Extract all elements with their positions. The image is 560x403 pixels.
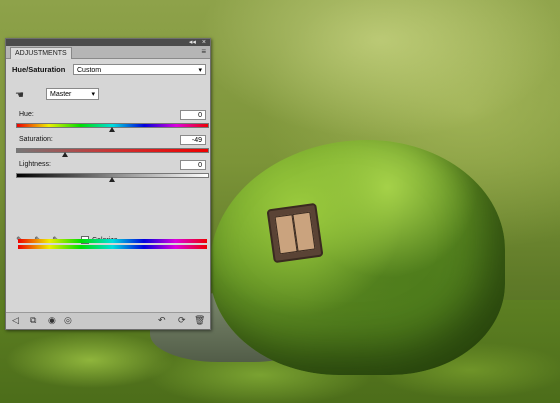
saturation-slider-thumb[interactable]: [61, 152, 68, 157]
output-color-bar: [18, 245, 207, 249]
tiny-window: [266, 202, 324, 264]
preset-dropdown[interactable]: Custom ▾: [73, 64, 206, 75]
chevron-down-icon: ▾: [91, 91, 95, 98]
saturation-slider-track[interactable]: [16, 148, 209, 153]
clip-layer-icon[interactable]: ◉: [48, 315, 56, 326]
chevron-down-icon: ▾: [198, 67, 202, 74]
targeted-adjustment-icon[interactable]: ☚: [15, 90, 24, 101]
panel-tabbar: ADJUSTMENTS ≡: [6, 46, 210, 59]
lightness-slider-thumb[interactable]: [108, 177, 115, 182]
preset-value: Custom: [77, 67, 102, 74]
hue-label: Hue:: [19, 111, 34, 118]
panel-menu-icon[interactable]: ≡: [201, 47, 206, 57]
reset-icon[interactable]: ⟳: [178, 315, 186, 326]
close-icon[interactable]: ×: [202, 39, 206, 46]
visibility-eye-icon[interactable]: ◎: [64, 315, 72, 326]
collapse-icon[interactable]: ◂◂: [189, 39, 196, 46]
trash-icon[interactable]: 🗑: [194, 315, 205, 326]
edit-range-dropdown[interactable]: Master ▾: [46, 88, 99, 100]
panel-titlebar: ◂◂ ×: [6, 39, 210, 46]
adjustment-title: Hue/Saturation: [12, 65, 66, 74]
hue-value-field[interactable]: 0: [180, 110, 206, 120]
panel-footer: ◁ ⧉ ◉ ◎ ↶ ⟳ 🗑: [6, 312, 210, 329]
expanded-view-icon[interactable]: ⧉: [30, 315, 36, 326]
adjustments-panel: ◂◂ × ADJUSTMENTS ≡ Hue/Saturation Custom…: [5, 38, 211, 330]
view-previous-icon[interactable]: ↶: [158, 315, 166, 326]
input-color-bar: [18, 239, 207, 243]
saturation-label: Saturation:: [19, 136, 53, 143]
back-arrow-icon[interactable]: ◁: [12, 315, 19, 326]
lightness-label: Lightness:: [19, 161, 51, 168]
saturation-value-field[interactable]: -49: [180, 135, 206, 145]
tab-adjustments[interactable]: ADJUSTMENTS: [10, 47, 72, 59]
lightness-value-field[interactable]: 0: [180, 160, 206, 170]
panel-window-controls: ◂◂ ×: [185, 39, 206, 46]
hue-slider-thumb[interactable]: [108, 127, 115, 132]
edit-range-value: Master: [50, 91, 72, 98]
